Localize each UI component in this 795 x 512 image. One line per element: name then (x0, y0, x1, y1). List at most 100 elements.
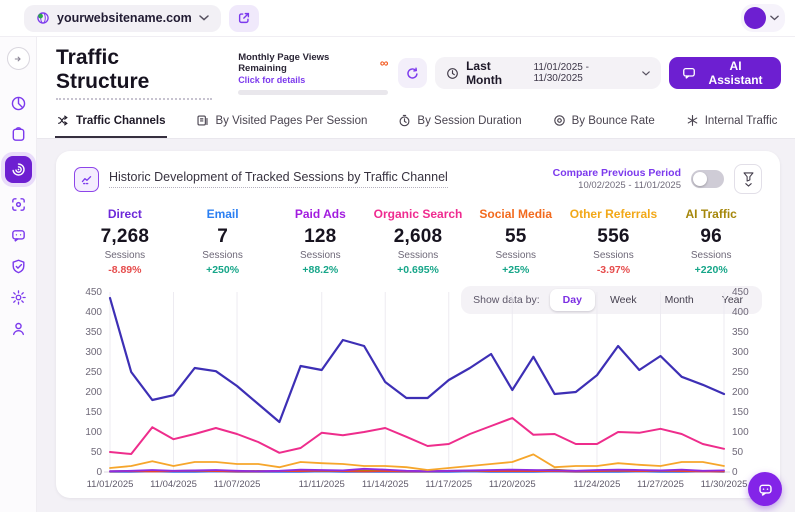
stat-unit: Sessions (300, 250, 341, 261)
stat-unit: Sessions (690, 250, 732, 261)
stat-delta: -3.97% (596, 264, 631, 276)
stat-unit: Sessions (593, 250, 634, 261)
stat-unit: Sessions (495, 250, 537, 261)
stopwatch-icon (398, 114, 411, 127)
ai-assistant-button[interactable]: AI Assistant (669, 57, 782, 89)
tab-by-session-duration[interactable]: By Session Duration (396, 112, 523, 138)
user-icon (10, 320, 27, 337)
quota-progress-bar (238, 89, 389, 95)
target-icon (553, 114, 566, 127)
page-header: Traffic Structure Monthly Page Views Rem… (37, 37, 795, 100)
external-link-icon (237, 11, 251, 25)
stat-delta: +88.2% (302, 264, 339, 276)
tab-label: By Session Duration (417, 114, 522, 127)
stat-organic-search: Organic Search 2,608 Sessions +0.695% (369, 207, 467, 276)
svg-text:0: 0 (732, 467, 738, 478)
tab-bar: Traffic Channels By Visited Pages Per Se… (37, 104, 795, 139)
sidebar-item-messages[interactable] (5, 222, 32, 249)
filter-button[interactable] (734, 164, 762, 194)
sessions-line-chart: 0 0 50 50 100 100 150 150 200 200 250 250 300 300 350 3… (74, 287, 762, 492)
stat-unit: Sessions (104, 250, 146, 261)
svg-text:11/01/2025: 11/01/2025 (87, 479, 134, 490)
tab-by-visited-pages[interactable]: By Visited Pages Per Session (194, 112, 369, 138)
compare-previous-period: Compare Previous Period 10/02/2025 - 11/… (553, 167, 681, 192)
chevron-down-icon (744, 183, 752, 187)
page-title: Traffic Structure (56, 46, 213, 100)
traffic-card: Historic Development of Tracked Sessions… (56, 151, 780, 498)
arrow-right-circle-icon (11, 52, 25, 66)
svg-text:150: 150 (732, 407, 749, 418)
svg-text:11/17/2025: 11/17/2025 (425, 479, 472, 490)
svg-text:150: 150 (85, 407, 102, 418)
chevron-down-icon (770, 15, 779, 21)
svg-text:400: 400 (85, 307, 102, 318)
svg-text:11/14/2025: 11/14/2025 (362, 479, 409, 490)
stat-paid-ads: Paid Ads 128 Sessions +88.2% (271, 207, 369, 276)
stat-label: Direct (107, 207, 142, 221)
svg-text:0: 0 (96, 467, 102, 478)
sidebar-item-settings[interactable] (5, 284, 32, 311)
date-range-selector[interactable]: Last Month 11/01/2025 - 11/30/2025 (435, 57, 662, 89)
refresh-button[interactable] (398, 58, 428, 88)
avatar (744, 7, 766, 29)
svg-text:11/07/2025: 11/07/2025 (214, 479, 261, 490)
pages-icon (196, 114, 209, 127)
sidebar-item-tracking[interactable] (5, 191, 32, 218)
svg-text:11/11/2025: 11/11/2025 (299, 479, 345, 490)
refresh-icon (405, 66, 420, 81)
chat-robot-icon (757, 481, 774, 498)
stat-label: AI Traffic (685, 207, 737, 221)
sidebar-item-account[interactable] (5, 315, 32, 342)
compare-range: 10/02/2025 - 11/01/2025 (578, 179, 681, 191)
chart-canvas: 0 0 50 50 100 100 150 150 200 200 250 250 300 300 350 3… (85, 287, 749, 490)
svg-text:300: 300 (732, 347, 749, 358)
tab-label: Traffic Channels (76, 114, 166, 127)
shield-check-icon (10, 258, 27, 275)
sidebar (0, 37, 37, 512)
svg-text:350: 350 (732, 327, 749, 338)
stat-delta: +25% (502, 264, 530, 276)
support-chat-button[interactable] (748, 472, 782, 506)
stat-value: 96 (700, 226, 722, 247)
channels-icon (57, 114, 70, 127)
stat-unit: Sessions (397, 250, 439, 261)
stat-value: 556 (597, 226, 630, 247)
stat-delta: +250% (206, 264, 240, 276)
quota-details-link[interactable]: Click for details (238, 75, 388, 85)
svg-text:50: 50 (91, 447, 103, 458)
card-title: Historic Development of Tracked Sessions… (109, 170, 448, 188)
tab-traffic-channels[interactable]: Traffic Channels (55, 112, 168, 138)
scan-target-icon (10, 196, 27, 213)
stat-value: 7,268 (100, 226, 150, 247)
tab-by-bounce-rate[interactable]: By Bounce Rate (551, 112, 657, 138)
svg-text:450: 450 (85, 287, 102, 298)
stat-ai-traffic: AI Traffic 96 Sessions +220% (662, 207, 760, 276)
sidebar-item-dashboard[interactable] (5, 90, 32, 117)
sidebar-collapse-button[interactable] (6, 47, 30, 70)
svg-text:250: 250 (732, 367, 749, 378)
stat-label: Social Media (479, 207, 553, 221)
svg-text:450: 450 (732, 287, 749, 298)
tab-internal-traffic[interactable]: Internal Traffic (684, 112, 780, 138)
sidebar-item-reports[interactable] (5, 121, 32, 148)
quota-title: Monthly Page Views Remaining (238, 51, 330, 74)
user-menu[interactable] (741, 4, 785, 32)
stat-direct: Direct 7,268 Sessions -8.89% (76, 207, 174, 276)
sidebar-item-traffic[interactable] (4, 156, 32, 183)
stat-label: Email (206, 207, 239, 221)
open-website-button[interactable] (228, 4, 259, 32)
svg-text:11/20/2025: 11/20/2025 (489, 479, 536, 490)
svg-text:11/30/2025: 11/30/2025 (701, 479, 748, 490)
toggle-knob (693, 172, 707, 186)
pie-chart-icon (10, 95, 27, 112)
stat-label: Paid Ads (294, 207, 346, 221)
stat-delta: +0.695% (397, 264, 439, 276)
stat-social-media: Social Media 55 Sessions +25% (467, 207, 565, 276)
stat-other-referrals: Other Referrals 556 Sessions -3.97% (565, 207, 663, 276)
website-selector[interactable]: yourwebsitename.com (24, 4, 221, 32)
tab-label: Internal Traffic (704, 114, 778, 127)
sidebar-item-security[interactable] (5, 253, 32, 280)
compare-toggle[interactable] (691, 170, 724, 188)
stat-delta: +220% (694, 264, 728, 276)
stat-value: 2,608 (393, 226, 443, 247)
